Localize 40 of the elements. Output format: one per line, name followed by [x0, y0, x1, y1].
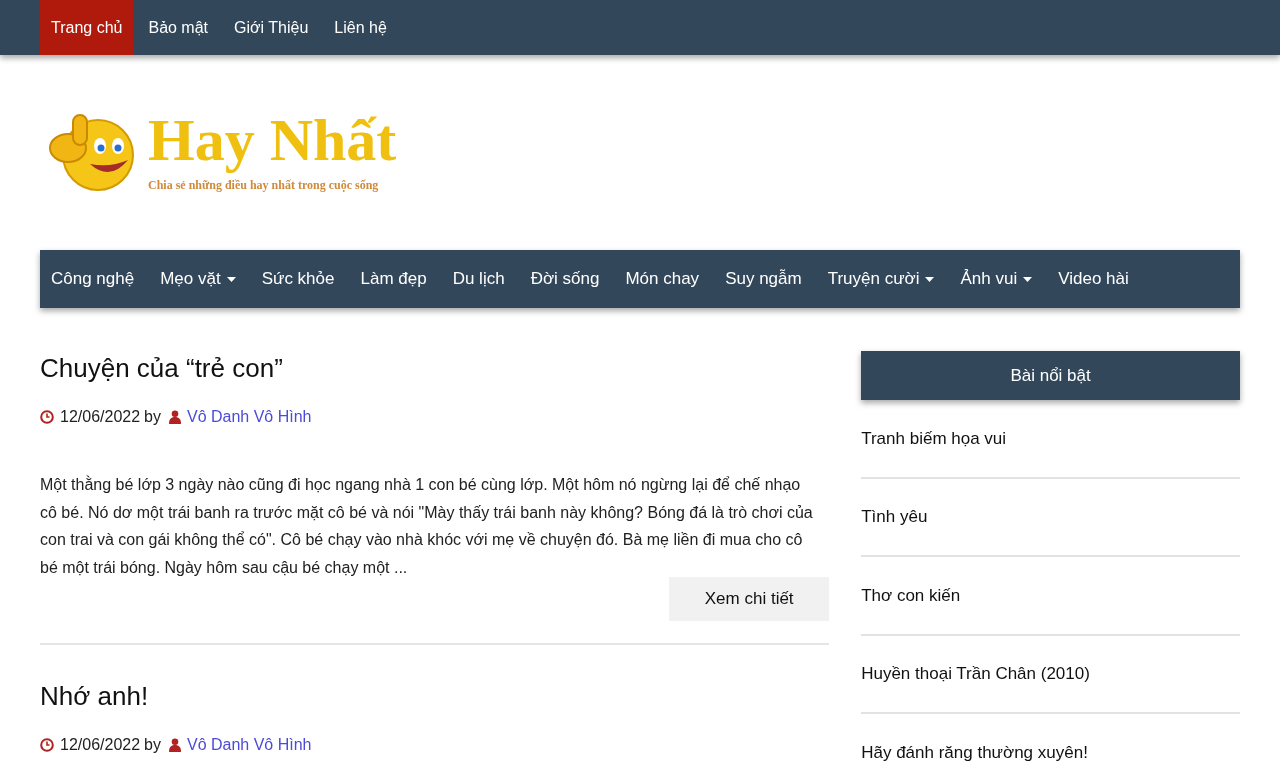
main-nav-link[interactable]: Làm đẹp [360, 266, 427, 292]
logo-title: Hay Nhất [148, 107, 397, 172]
caret-icon [1023, 276, 1033, 282]
sidebar-link[interactable]: Hãy đánh răng thường xuyên! [861, 739, 1088, 765]
top-nav-link[interactable]: Liên hệ [323, 0, 398, 55]
author-link[interactable]: Vô Danh Vô Hình [187, 405, 312, 429]
post-title[interactable]: Nhớ anh! [40, 679, 830, 713]
sidebar-heading: Bài nổi bật [861, 351, 1240, 400]
main-nav-link[interactable]: Video hài [1058, 266, 1129, 292]
main-nav-link[interactable]: Truyện cười [827, 266, 935, 292]
main-nav-link[interactable]: Suy ngẫm [725, 266, 802, 292]
post-date: 12/06/2022 [60, 735, 141, 755]
top-nav-link[interactable]: Giới Thiệu [223, 0, 320, 55]
main-nav-link[interactable]: Đời sống [530, 266, 600, 292]
main-nav-link[interactable]: Du lịch [452, 266, 505, 292]
main-nav-link[interactable]: Ảnh vui [960, 266, 1033, 292]
by-label: by [144, 407, 161, 427]
by-label: by [144, 735, 161, 755]
sidebar-link[interactable]: Tình yêu [861, 504, 928, 530]
main-nav-link[interactable]: Sức khỏe [261, 266, 335, 292]
logo-tagline: Chia sẻ những điều hay nhất trong cuộc sống [148, 176, 380, 194]
sidebar-link[interactable]: Tranh biếm họa vui [861, 425, 1007, 451]
main-nav-link[interactable]: Công nghệ [51, 266, 135, 292]
caret-icon [925, 276, 935, 282]
user-icon [169, 738, 181, 752]
user-icon [169, 410, 181, 424]
sidebar-link[interactable]: Thơ con kiến [861, 582, 961, 608]
main-nav-link[interactable]: Mẹo vặt [160, 266, 236, 292]
read-more-button[interactable]: Xem chi tiết [669, 577, 830, 621]
post-title[interactable]: Chuyện của “trẻ con” [40, 351, 830, 385]
main-nav-link[interactable]: Món chay [625, 266, 700, 292]
caret-icon [226, 276, 236, 282]
post-excerpt: Một thằng bé lớp 3 ngày nào cũng đi học ngang nhà 1 con bé cùng lớp. Một hôm nó ngừng lại để chế nhạo cô bé. Nó dơ một trái banh ra trước mặt cô bé và nói "Mày thấy trái banh này không? Bóng đá là trò chơi của con trai và con gái không thể có". Cô bé chạy vào nhà khóc với mẹ về chuyện đó. Bà mẹ liền đi mua cho cô bé một trái bóng. Ngày hôm sau cậu bé chạy một ... [40, 474, 814, 578]
post-date: 12/06/2022 [60, 407, 141, 427]
top-nav-link[interactable]: Bảo mật [137, 0, 220, 55]
clock-icon [40, 410, 54, 424]
sidebar-link[interactable]: Huyền thoại Trần Chân (2010) [861, 661, 1090, 687]
clock-icon [40, 738, 54, 752]
author-link[interactable]: Vô Danh Vô Hình [187, 733, 312, 757]
top-nav-link[interactable]: Trang chủ [40, 0, 134, 55]
